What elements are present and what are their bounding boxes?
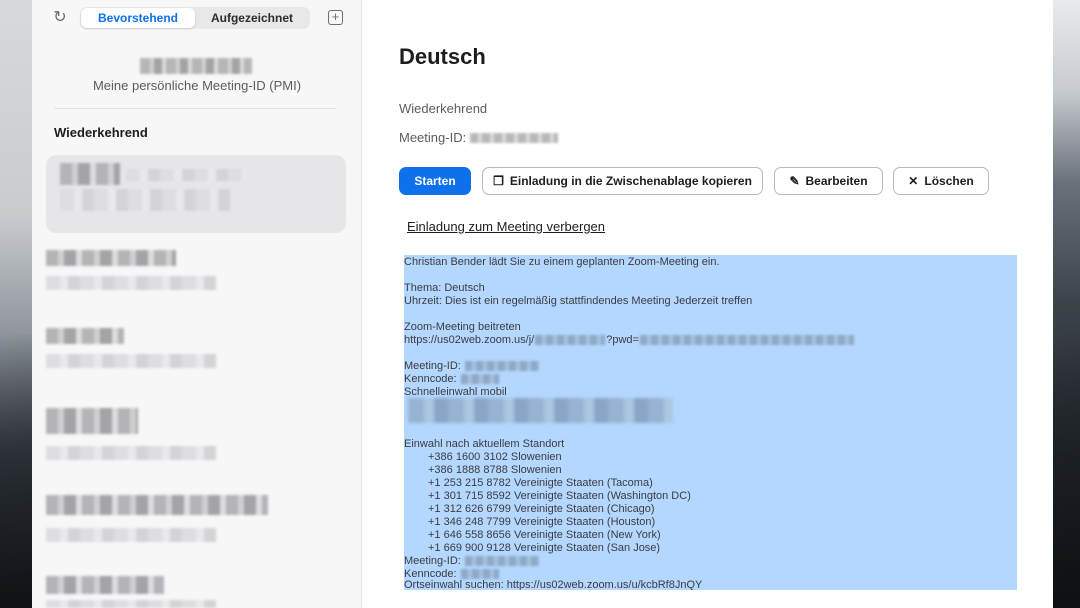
dial-number: +386 1888 8788 Slowenien [428,464,562,476]
join-url-pwd: ?pwd= [606,334,639,346]
tab-upcoming[interactable]: Bevorstehend [81,8,195,28]
copy-invitation-button[interactable]: ❐ Einladung in die Zwischenablage kopier… [482,167,763,195]
invitation-text[interactable]: Christian Bender lädt Sie zu einem gepla… [404,255,1017,590]
edit-button[interactable]: ✎ Bearbeiten [774,167,883,195]
list-item-selected[interactable] [46,155,346,233]
close-icon: ✕ [908,174,919,188]
invitation-join-url: https://us02web.zoom.us/j/ ?pwd= [404,334,855,347]
redacted-text [46,250,176,266]
dial-number: +386 1600 3102 Slowenien [428,451,562,463]
sidebar-divider [54,108,336,109]
redacted-text [126,169,246,181]
redacted-text [46,446,216,460]
tab-recorded[interactable]: Aufgezeichnet [195,8,309,28]
passcode-text: Kenncode: [404,373,457,385]
delete-button-label: Löschen [924,174,974,188]
redacted-text [408,398,673,423]
redacted-text [639,335,854,346]
redacted-text [46,408,138,434]
invitation-passcode: Kenncode: [404,373,500,386]
invitation-time: Uhrzeit: Dies ist ein regelmäßig stattfi… [404,295,753,307]
redacted-text [46,276,216,290]
dial-number: +1 301 715 8592 Vereinigte Staaten (Wash… [428,490,691,502]
meeting-topic: Deutsch [399,44,486,69]
plus-icon[interactable]: + [328,10,343,25]
redacted-text [535,335,606,346]
refresh-icon[interactable]: ↻ [50,8,70,28]
dial-number: +1 646 558 8656 Vereinigte Staaten (New … [428,529,661,541]
redacted-text [46,328,124,344]
redacted-text [60,163,120,185]
dial-number: +1 346 248 7799 Vereinigte Staaten (Hous… [428,516,656,528]
meeting-id-label: Meeting-ID: [399,130,467,145]
start-button[interactable]: Starten [399,167,471,195]
redacted-text [46,576,164,594]
copy-invitation-label: Einladung in die Zwischenablage kopieren [509,174,752,188]
redacted-text [460,569,499,580]
zoom-meetings-window: ↻ Bevorstehend Aufgezeichnet + Meine per… [32,0,1053,608]
hide-invitation-link[interactable]: Einladung zum Meeting verbergen [407,219,605,234]
redacted-text [46,528,216,542]
meeting-tabs: Bevorstehend Aufgezeichnet [80,7,310,29]
invitation-meeting-id-2: Meeting-ID: [404,555,540,568]
invitation-intro: Christian Bender lädt Sie zu einem gepla… [404,256,720,268]
invitation-join-heading: Zoom-Meeting beitreten [404,321,521,333]
redacted-text [60,189,230,211]
meeting-detail-pane: Deutsch Wiederkehrend Meeting-ID: Starte… [363,0,1053,608]
meeting-id-value-redacted [470,133,558,143]
copy-icon: ❐ [493,174,504,188]
desktop-wallpaper-left [0,0,32,608]
recurrence-label: Wiederkehrend [399,101,488,116]
redacted-text [464,361,539,372]
invitation-dial-heading: Einwahl nach aktuellem Standort [404,438,565,450]
invitation-local-dial: Ortseinwahl suchen: https://us02web.zoom… [404,579,703,590]
delete-button[interactable]: ✕ Löschen [893,167,989,195]
start-button-label: Starten [414,174,456,188]
meeting-id-text: Meeting-ID: [404,360,461,372]
invitation-topic: Thema: Deutsch [404,282,485,294]
redacted-text [46,354,216,368]
pencil-icon: ✎ [789,174,800,188]
section-title-recurring: Wiederkehrend [54,125,148,140]
pmi-number-redacted[interactable] [140,58,252,74]
pmi-label: Meine persönliche Meeting-ID (PMI) [92,78,302,93]
meeting-id-text: Meeting-ID: [404,555,461,567]
redacted-text [46,495,268,515]
edit-button-label: Bearbeiten [805,174,868,188]
desktop-wallpaper-right [1052,0,1080,608]
meetings-sidebar: ↻ Bevorstehend Aufgezeichnet + Meine per… [32,0,362,608]
redacted-text [460,374,499,385]
redacted-text [46,600,216,608]
invitation-meeting-id: Meeting-ID: [404,360,540,373]
join-url-prefix: https://us02web.zoom.us/j/ [404,334,535,346]
redacted-text [464,556,539,567]
dial-number: +1 253 215 8782 Vereinigte Staaten (Taco… [428,477,653,489]
dial-number: +1 312 626 6799 Vereinigte Staaten (Chic… [428,503,655,515]
dial-number: +1 669 900 9128 Vereinigte Staaten (San … [428,542,661,554]
